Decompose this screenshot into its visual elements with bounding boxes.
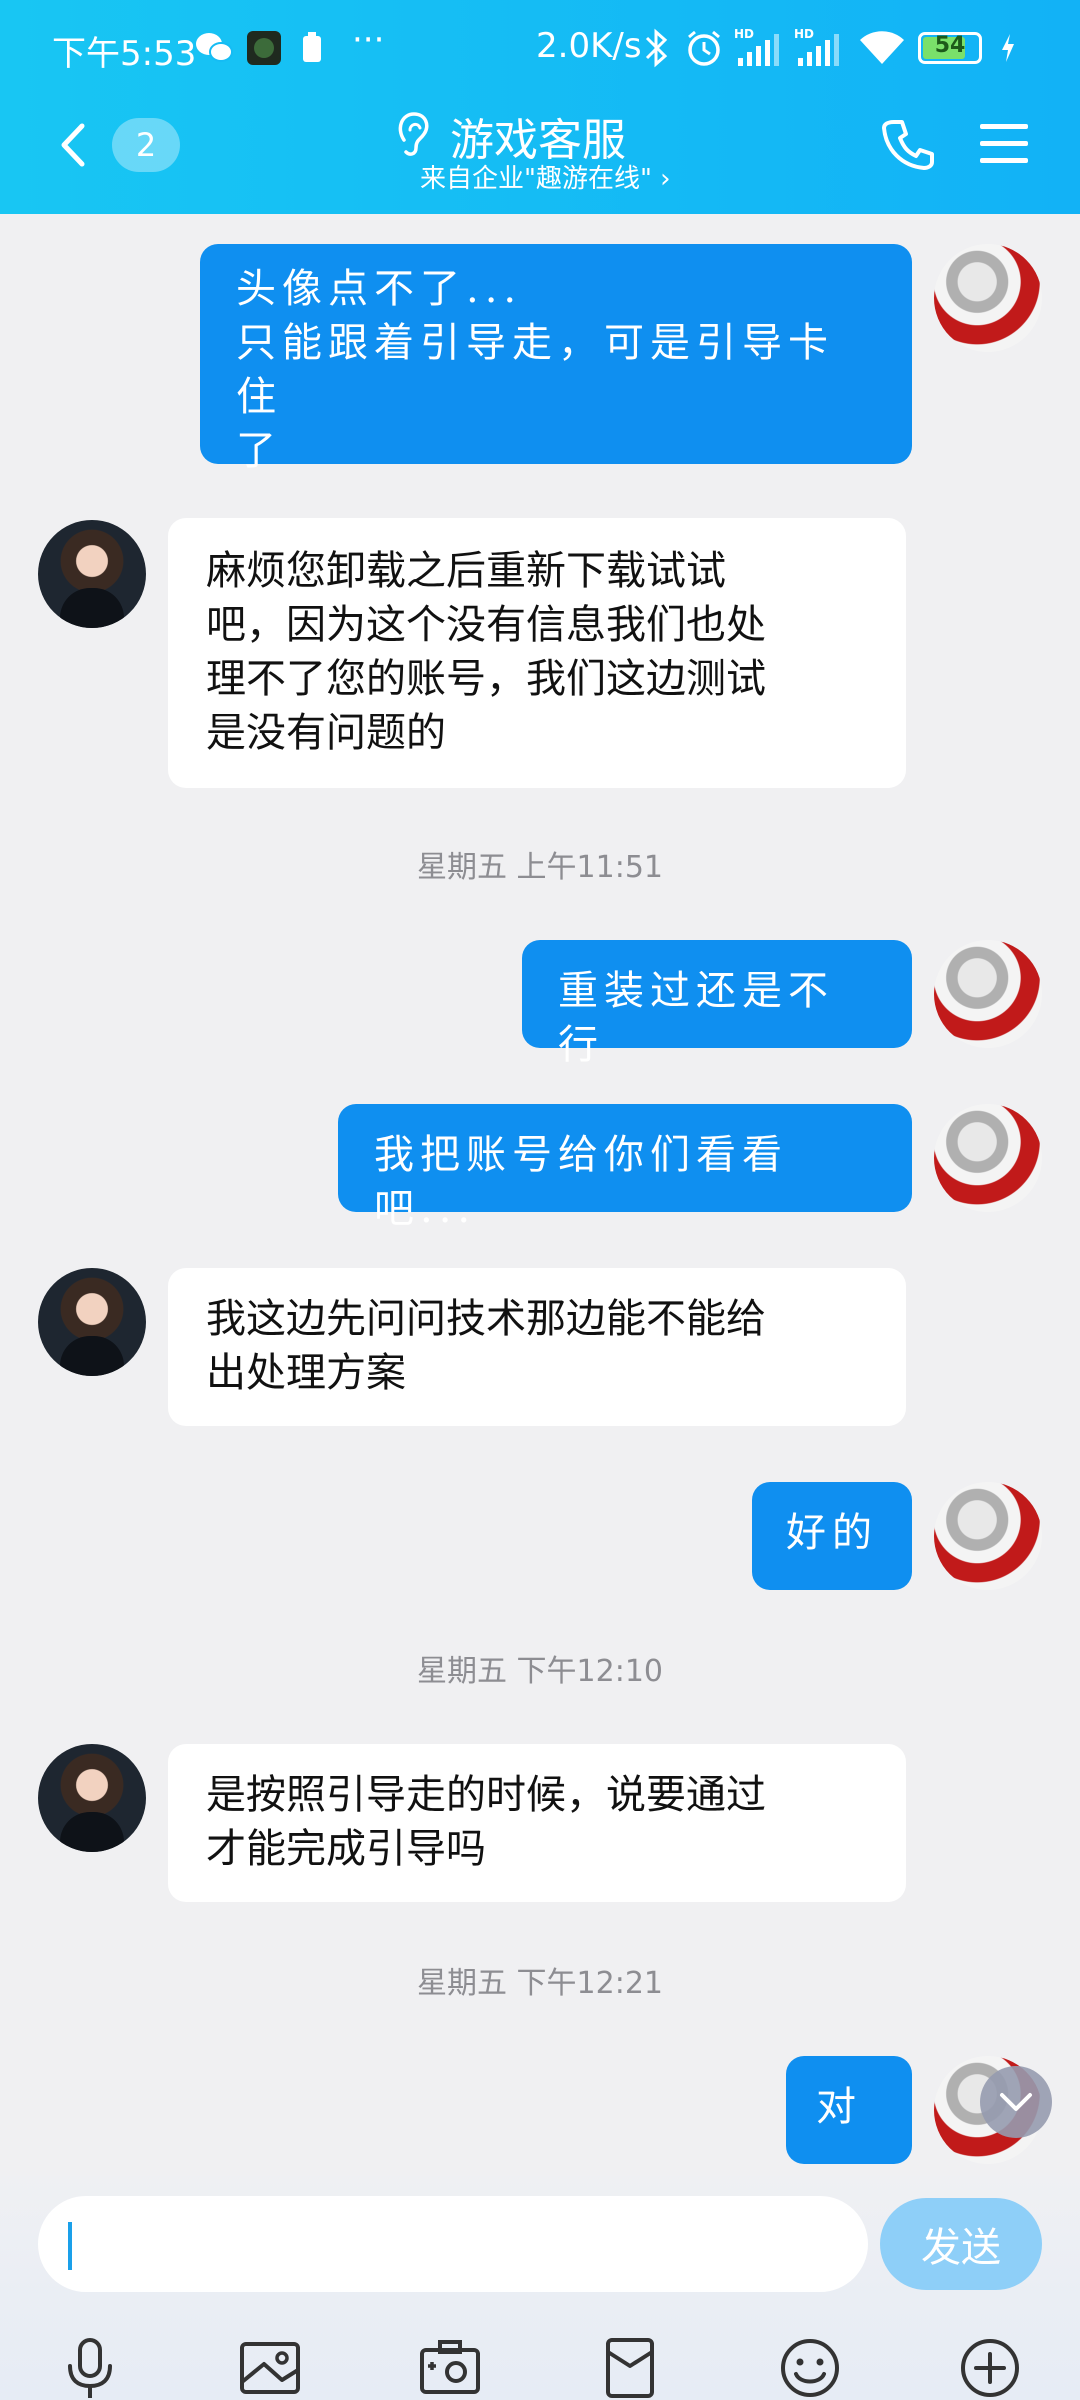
message-line: 只能跟着引导走，可是引导卡住 [236,320,834,420]
message-line: 重装过还是不行 [558,968,834,1068]
back-button[interactable] [50,120,100,170]
file-icon[interactable] [596,2334,664,2400]
wechat-icon [192,24,236,72]
bluetooth-icon [638,24,674,72]
camera-icon[interactable] [416,2334,484,2400]
outgoing-message[interactable]: 重装过还是不行 [522,940,912,1068]
charging-icon [994,24,1022,72]
agent-avatar[interactable] [38,1744,146,1852]
signal-2-icon: HD [792,24,842,72]
scroll-to-bottom-button[interactable] [980,2066,1052,2138]
chevron-left-icon [61,123,85,167]
hd-label-2: HD [794,27,814,41]
hd-label-1: HD [734,27,754,41]
phone-icon [882,120,934,170]
ear-icon [392,110,436,160]
outgoing-message[interactable]: 对 [786,2056,912,2164]
more-notifications: ··· [352,20,385,60]
app-icon [244,24,284,72]
message-line: 出处理方案 [206,1350,406,1396]
message-line: 才能完成引导吗 [206,1826,486,1872]
message-line: 头像点不了... [236,266,523,312]
message-line: 好的 [786,1510,878,1556]
call-button[interactable] [880,116,936,172]
outgoing-message[interactable]: 好的 [752,1482,912,1590]
photo-icon[interactable] [236,2334,304,2400]
message-line: 我这边先问问技术那边能不能给 [206,1296,766,1342]
emoji-icon[interactable] [776,2334,844,2400]
chat-subtitle[interactable]: 来自企业"趣游在线" › [420,158,671,195]
clock: 下午5:53 [52,34,197,74]
agent-avatar[interactable] [38,1268,146,1376]
status-bar: 下午5:53 ··· 2.0K/s HD HD 54 [0,0,1080,96]
message-line: 麻烦您卸载之后重新下载试试 [206,548,726,594]
outgoing-message[interactable]: 我把账号给你们看看吧... [338,1104,912,1232]
agent-avatar[interactable] [38,520,146,628]
user-avatar[interactable] [934,1482,1042,1590]
incoming-message[interactable]: 我这边先问问技术那边能不能给 出处理方案 [168,1268,906,1426]
timestamp: 星期五 下午12:10 [417,1654,663,1689]
microphone-icon[interactable] [56,2334,124,2400]
network-speed: 2.0K/s [536,26,642,66]
wifi-icon [856,24,908,72]
message-line: 对 [816,2084,862,2130]
user-avatar[interactable] [934,1104,1042,1212]
timestamp: 星期五 下午12:21 [417,1966,663,2001]
message-line: 是没有问题的 [206,710,446,756]
alarm-icon [682,24,726,72]
plus-icon[interactable] [956,2334,1024,2400]
message-line: 是按照引导走的时候，说要通过 [206,1772,766,1818]
chat-header: 下午5:53 ··· 2.0K/s HD HD 54 2 游戏客服 来自企业"趣… [0,0,1080,214]
message-line: 吧，因为这个没有信息我们也处 [206,602,766,648]
signal-1-icon: HD [732,24,782,72]
battery-level: 54 [934,33,966,58]
battery-saver-icon [298,24,326,72]
nav-bar: 2 游戏客服 来自企业"趣游在线" › [0,96,1080,214]
incoming-message[interactable]: 麻烦您卸载之后重新下载试试 吧，因为这个没有信息我们也处 理不了您的账号，我们这… [168,518,906,788]
chevron-down-icon [1000,2093,1032,2111]
timestamp: 星期五 上午11:51 [417,850,663,885]
user-avatar[interactable] [934,940,1042,1048]
hamburger-icon [980,124,1028,163]
message-input[interactable] [38,2196,868,2292]
unread-badge[interactable]: 2 [112,118,180,172]
send-button[interactable]: 发送 [880,2198,1042,2290]
user-avatar[interactable] [934,244,1042,352]
text-cursor [68,2222,72,2270]
message-line: 我把账号给你们看看吧... [374,1132,788,1232]
composer: 发送 [0,2176,1080,2400]
incoming-message[interactable]: 是按照引导走的时候，说要通过 才能完成引导吗 [168,1744,906,1902]
menu-button[interactable] [978,122,1030,166]
outgoing-message[interactable]: 头像点不了... 只能跟着引导走，可是引导卡住 了 [200,244,912,474]
message-line: 理不了您的账号，我们这边测试 [206,656,766,702]
battery-indicator: 54 [918,32,982,64]
message-line: 了 [236,428,282,474]
